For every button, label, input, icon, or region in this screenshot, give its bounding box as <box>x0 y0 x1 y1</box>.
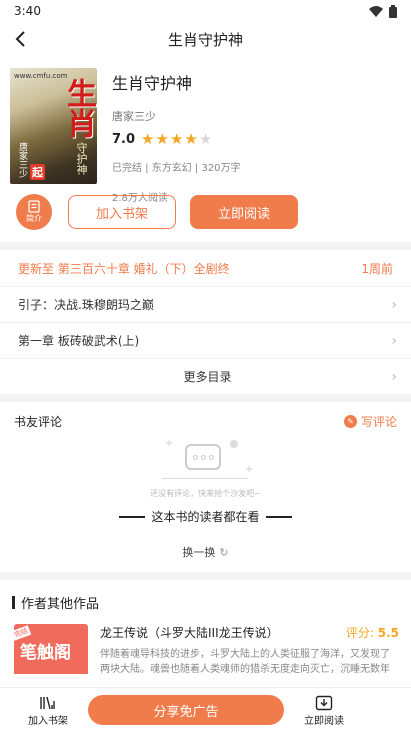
rating-row: 7.0 ★ ★ ★ ★ ★ <box>112 132 399 148</box>
header: 生肖守护神 <box>0 22 411 56</box>
divider <box>0 572 411 580</box>
update-time: 1周前 <box>361 261 393 276</box>
refresh-button[interactable]: 换一换 ↻ <box>0 532 411 572</box>
bottom-read-now-label: 立即阅读 <box>304 715 344 727</box>
work-top: 龙王传说（斗罗大陆III龙王传说） 评分: 5.5 <box>100 624 399 641</box>
chat-bubble-icon <box>185 444 221 470</box>
chapter-item[interactable]: 第一章 板砖破武术(上) › <box>0 322 411 358</box>
work-description: 伴随着魂导科技的进步，斗罗大陆上的人类征服了海洋，又发现了两块大陆。魂兽也随着人… <box>100 649 390 673</box>
download-icon <box>315 694 333 712</box>
work-info: 龙王传说（斗罗大陆III龙王传说） 评分: 5.5 伴随着魂导科技的进步，斗罗大… <box>100 624 399 674</box>
intro-button[interactable]: 简介 <box>16 194 52 230</box>
decor-line <box>162 478 248 479</box>
book-name: 生肖守护神 <box>112 74 193 93</box>
title-bar-right <box>265 515 292 518</box>
work-score: 评分: 5.5 <box>346 624 399 641</box>
empty-comments-text: 还没有评论，快来抢个沙发吧~ <box>150 489 261 498</box>
sparkle-icon: + <box>165 438 174 449</box>
empty-comments: + + 还没有评论，快来抢个沙发吧~ 这本书的读者都在看 <box>0 436 411 532</box>
readers-section-title: 这本书的读者都在看 <box>0 508 411 525</box>
work-score-label: 评分: <box>345 626 374 640</box>
book-author[interactable]: 唐家三少 <box>112 108 399 124</box>
cover-badge: 起 <box>30 164 45 180</box>
cover-title: 生肖 <box>61 78 96 138</box>
bottom-bar: 加入书架 分享免广告 立即阅读 <box>0 687 411 732</box>
work-item[interactable]: 完结 笔触阁 龙王传说（斗罗大陆III龙王传说） 评分: 5.5 伴随着魂导科技… <box>0 624 411 674</box>
author-works-header: 作者其他作品 <box>0 580 411 624</box>
book-info: www.cmfu.com 生肖 守护神 唐家三少 起 生肖守护神 唐家三少 7.… <box>0 56 411 204</box>
bookshelf-icon <box>39 694 57 712</box>
bottom-add-shelf-label: 加入书架 <box>28 715 68 727</box>
write-comment-label: 写评论 <box>360 414 397 429</box>
chevron-right-icon: › <box>391 368 397 385</box>
work-score-value: 5.5 <box>377 626 399 640</box>
divider <box>0 394 411 402</box>
comments-title: 书友评论 <box>14 414 63 429</box>
sparkle-icon: + <box>245 464 254 475</box>
bottom-add-shelf-button[interactable]: 加入书架 <box>16 694 80 727</box>
book-meta: 已完结 | 东方玄幻 | 320万字 <box>112 163 241 174</box>
book-icon <box>28 200 40 213</box>
page-title: 生肖守护神 <box>167 30 243 49</box>
book-details: 生肖守护神 唐家三少 7.0 ★ ★ ★ ★ ★ 已完结 | 东方玄幻 | 320万字 … <box>112 68 399 204</box>
write-comment-button[interactable]: ✎ 写评论 <box>343 413 397 430</box>
divider <box>0 242 411 250</box>
readers-title: 这本书的读者都在看 <box>151 510 260 524</box>
cover-url: www.cmfu.com <box>14 72 68 80</box>
cover-author: 唐家三少 <box>17 142 27 178</box>
back-icon[interactable] <box>10 28 32 50</box>
title-bar-left <box>119 515 146 518</box>
decor-dot <box>230 440 238 448</box>
star-icon: ★ <box>155 130 169 148</box>
author-works-title: 作者其他作品 <box>21 596 100 612</box>
status-bar: 3:40 <box>0 0 411 22</box>
chevron-right-icon: › <box>391 332 397 349</box>
status-time: 3:40 <box>14 4 41 18</box>
more-chapters-button[interactable]: 更多目录 › <box>0 358 411 394</box>
refresh-label: 换一换 <box>182 546 216 559</box>
bottom-read-now-button[interactable]: 立即阅读 <box>292 694 356 727</box>
section-mark <box>12 595 15 609</box>
update-text: 更新至 第三百六十章 婚礼（下）全剧终 <box>18 261 230 276</box>
chapter-item[interactable]: 引子：决战.珠穆朗玛之巅 › <box>0 286 411 322</box>
work-title: 龙王传说（斗罗大陆III龙王传说） <box>100 626 279 640</box>
work-cover-text: 笔触阁 <box>20 643 71 663</box>
chevron-right-icon: › <box>391 296 397 313</box>
star-icon: ★ <box>169 130 184 148</box>
refresh-icon: ↻ <box>219 545 229 559</box>
more-chapters-label: 更多目录 <box>183 370 232 384</box>
battery-icon <box>389 4 397 18</box>
star-icon: ★ <box>184 130 198 148</box>
book-cover[interactable]: www.cmfu.com 生肖 守护神 唐家三少 起 <box>10 68 97 184</box>
intro-label: 简介 <box>26 214 42 223</box>
book-score: 7.0 <box>112 132 136 147</box>
add-shelf-button[interactable]: 加入书架 <box>68 195 176 229</box>
read-now-button[interactable]: 立即阅读 <box>190 195 298 229</box>
pen-icon: ✎ <box>343 414 357 428</box>
chapter-title: 第一章 板砖破武术(上) <box>18 334 140 348</box>
wifi-icon <box>369 5 383 17</box>
star-icon: ★ <box>141 130 155 148</box>
cover-subtitle: 守护神 <box>75 142 88 175</box>
star-icon: ★ <box>198 130 213 148</box>
latest-update[interactable]: 更新至 第三百六十章 婚礼（下）全剧终 1周前 <box>0 250 411 286</box>
work-cover: 完结 笔触阁 <box>14 624 88 674</box>
status-icons <box>369 4 397 18</box>
share-button[interactable]: 分享免广告 <box>88 695 284 725</box>
rating-stars: ★ ★ ★ ★ ★ <box>141 132 212 147</box>
chapter-title: 引子：决战.珠穆朗玛之巅 <box>18 298 154 312</box>
comments-header: 书友评论 ✎ 写评论 <box>0 406 411 436</box>
